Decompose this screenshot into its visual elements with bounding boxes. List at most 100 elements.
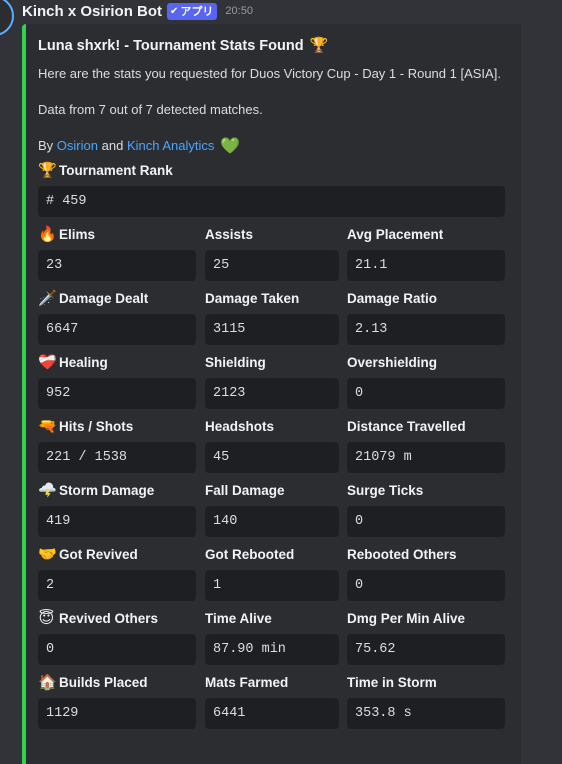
stats-embed: Luna shxrk! - Tournament Stats Found 🏆 H…	[22, 24, 521, 764]
check-icon: ✔	[170, 5, 179, 17]
message-timestamp[interactable]: 20:50	[225, 5, 253, 17]
field-label-time-alive: Time Alive	[205, 608, 272, 628]
field-value-time-in-storm: 353.8 s	[347, 698, 505, 729]
field-label-assists: Assists	[205, 224, 253, 244]
field-label-text: Assists	[205, 226, 254, 242]
field-label-text: Builds Placed	[59, 674, 148, 690]
field-value-elims: 23	[38, 250, 196, 281]
field-label-healing: ❤️‍🩹 Healing	[38, 352, 108, 372]
field-label-damage-ratio: Damage Ratio	[347, 288, 437, 308]
message-header: Kinch x Osirion Bot ✔ アプリ 20:50	[22, 0, 253, 22]
field-label-surge-ticks: Surge Ticks	[347, 480, 423, 500]
field-label-text: Got Revived	[59, 546, 138, 562]
bot-username[interactable]: Kinch x Osirion Bot	[22, 3, 162, 20]
field-label-damage-taken: Damage Taken	[205, 288, 299, 308]
field-label-text: Damage Taken	[205, 290, 300, 306]
fire-icon: 🔥	[38, 226, 57, 243]
field-value-headshots: 45	[205, 442, 339, 473]
field-label-text: Time in Storm	[347, 674, 437, 690]
field-label-text: Fall Damage	[205, 482, 285, 498]
field-label-mats-farmed: Mats Farmed	[205, 672, 288, 692]
field-label-text: Healing	[59, 354, 108, 370]
field-value-builds-placed: 1129	[38, 698, 196, 729]
field-label-text: Dmg Per Min Alive	[347, 610, 466, 626]
osirion-link[interactable]: Osirion	[57, 138, 98, 153]
kinch-analytics-link[interactable]: Kinch Analytics	[127, 138, 214, 153]
water-pistol-icon: 🔫	[38, 418, 57, 435]
dagger-icon: 🗡️	[38, 290, 57, 307]
app-badge: ✔ アプリ	[167, 2, 218, 20]
field-value-overshielding: 0	[347, 378, 505, 409]
field-label-text: Elims	[59, 226, 96, 242]
mending-heart-icon: ❤️‍🩹	[38, 354, 57, 371]
field-label-text: Storm Damage	[59, 482, 155, 498]
credits-prefix: By	[38, 138, 54, 153]
embed-title: Luna shxrk! - Tournament Stats Found 🏆	[38, 36, 328, 54]
field-label-text: Revived Others	[59, 610, 159, 626]
field-value-assists: 25	[205, 250, 339, 281]
field-value-healing: 952	[38, 378, 196, 409]
field-value-avg-placement: 21.1	[347, 250, 505, 281]
embed-title-text: Luna shxrk! - Tournament Stats Found	[38, 38, 304, 54]
field-value-distance-travelled: 21079 m	[347, 442, 505, 473]
field-label-text: Surge Ticks	[347, 482, 424, 498]
house-icon: 🏠	[38, 674, 57, 691]
field-label-dmg-per-min-alive: Dmg Per Min Alive	[347, 608, 465, 628]
field-value-shielding: 2123	[205, 378, 339, 409]
storm-cloud-icon: 🌩️	[38, 482, 57, 499]
field-value-damage-taken: 3115	[205, 314, 339, 345]
app-badge-label: アプリ	[180, 6, 214, 18]
field-label-got-rebooted: Got Rebooted	[205, 544, 294, 564]
field-label-damage-dealt: 🗡️ Damage Dealt	[38, 288, 148, 308]
field-label-text: Distance Travelled	[347, 418, 466, 434]
trophy-icon: 🏆	[38, 162, 57, 179]
green-heart-icon: 💚	[220, 138, 240, 155]
field-label-text: Tournament Rank	[59, 162, 173, 178]
field-label-headshots: Headshots	[205, 416, 274, 436]
halo-smile-icon: 😇	[38, 610, 55, 627]
handshake-icon: 🤝	[38, 546, 57, 563]
field-label-text: Time Alive	[205, 610, 272, 626]
bot-avatar[interactable]	[0, 0, 14, 36]
field-label-hits-shots: 🔫 Hits / Shots	[38, 416, 133, 436]
field-label-shielding: Shielding	[205, 352, 266, 372]
field-value-time-alive: 87.90 min	[205, 634, 339, 665]
field-value-revived-others: 0	[38, 634, 196, 665]
field-label-builds-placed: 🏠 Builds Placed	[38, 672, 148, 692]
field-label-avg-placement: Avg Placement	[347, 224, 443, 244]
field-label-text: Got Rebooted	[205, 546, 295, 562]
field-label-text: Damage Ratio	[347, 290, 438, 306]
field-label-overshielding: Overshielding	[347, 352, 437, 372]
field-label-rebooted-others: Rebooted Others	[347, 544, 457, 564]
field-value-damage-dealt: 6647	[38, 314, 196, 345]
field-label-got-revived: 🤝 Got Revived	[38, 544, 138, 564]
field-label-text: Rebooted Others	[347, 546, 457, 562]
field-value-dmg-per-min-alive: 75.62	[347, 634, 505, 665]
field-value-rebooted-others: 0	[347, 570, 505, 601]
field-value-got-revived: 2	[38, 570, 196, 601]
field-label-elims: 🔥 Elims	[38, 224, 95, 244]
field-label-fall-damage: Fall Damage	[205, 480, 285, 500]
field-value-surge-ticks: 0	[347, 506, 505, 537]
field-label-distance-travelled: Distance Travelled	[347, 416, 466, 436]
field-label-text: Overshielding	[347, 354, 438, 370]
field-label-text: Headshots	[205, 418, 275, 434]
trophy-icon: 🏆	[309, 37, 329, 54]
field-label-revived-others: 😇 Revived Others	[38, 608, 158, 628]
field-label-text: Hits / Shots	[59, 418, 134, 434]
credits-and: and	[101, 138, 124, 153]
field-value-damage-ratio: 2.13	[347, 314, 505, 345]
field-label-text: Damage Dealt	[59, 290, 149, 306]
embed-data-source: Data from 7 out of 7 detected matches.	[38, 102, 263, 117]
field-label-storm-damage: 🌩️ Storm Damage	[38, 480, 154, 500]
field-value-storm-damage: 419	[38, 506, 196, 537]
field-label-tournament-rank: 🏆 Tournament Rank	[38, 160, 173, 180]
field-value-got-rebooted: 1	[205, 570, 339, 601]
field-label-text: Mats Farmed	[205, 674, 289, 690]
embed-description: Here are the stats you requested for Duo…	[38, 66, 501, 81]
field-value-hits-shots: 221 / 1538	[38, 442, 196, 473]
field-value-mats-farmed: 6441	[205, 698, 339, 729]
field-label-time-in-storm: Time in Storm	[347, 672, 437, 692]
field-value-fall-damage: 140	[205, 506, 339, 537]
field-label-text: Shielding	[205, 354, 266, 370]
